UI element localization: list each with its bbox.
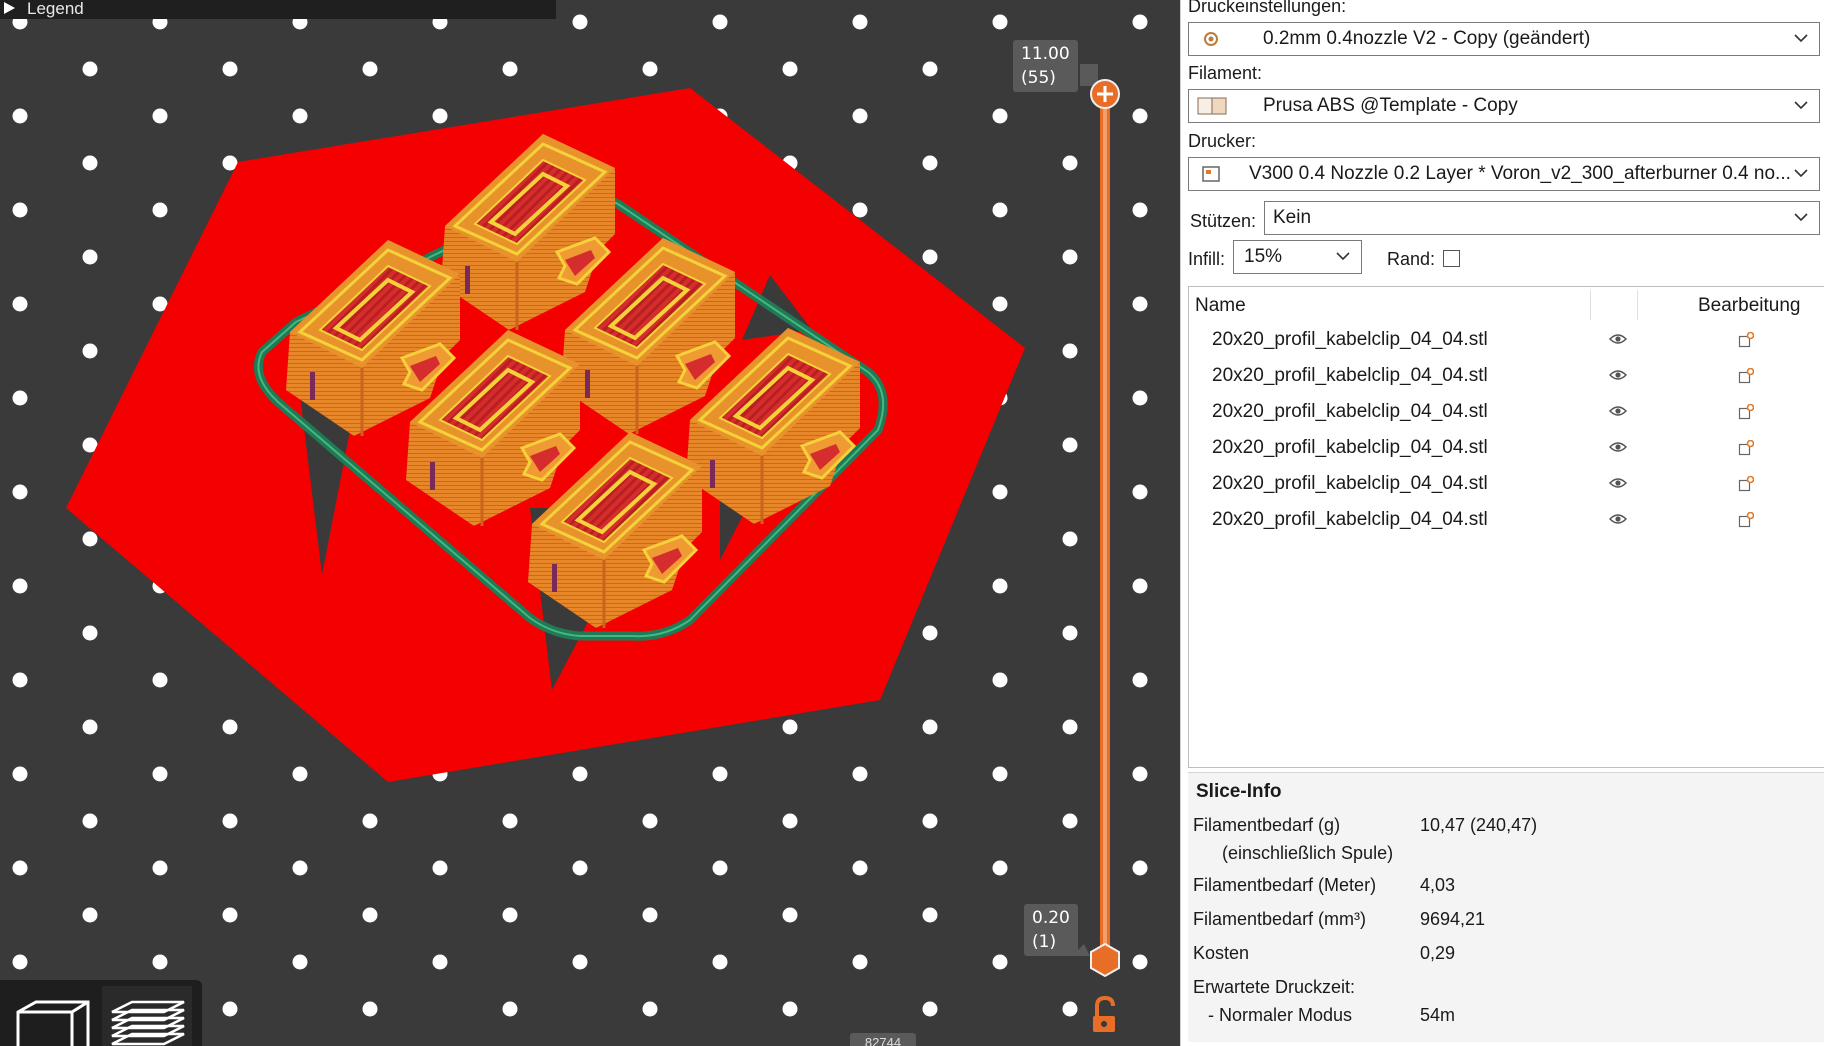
filament-value: Prusa ABS @Template - Copy [1263, 95, 1518, 116]
eye-icon[interactable] [1609, 512, 1627, 526]
filament-weight-value: 10,47 (240,47) [1420, 815, 1538, 835]
object-name: 20x20_profil_kabelclip_04_04.stl [1212, 329, 1488, 350]
expand-triangle-icon [4, 2, 15, 14]
infill-value: 15% [1244, 246, 1283, 267]
top-layer-height: 11.00 [1021, 44, 1070, 64]
edit-settings-icon[interactable] [1738, 476, 1754, 492]
view-type-toolbar [0, 980, 202, 1046]
column-edit-header[interactable]: Bearbeitung [1698, 295, 1800, 317]
eye-icon[interactable] [1609, 404, 1627, 418]
gear-icon [1204, 32, 1218, 46]
bottom-layer-height: 0.20 [1032, 908, 1070, 928]
edit-settings-icon[interactable] [1738, 404, 1754, 420]
chevron-down-icon [1794, 169, 1808, 178]
object-list-row[interactable]: 20x20_profil_kabelclip_04_04.stl [1189, 359, 1824, 395]
edit-settings-icon[interactable] [1738, 440, 1754, 456]
print-settings-label: Druckeinstellungen: [1188, 0, 1347, 16]
cube-icon [16, 1000, 90, 1046]
normal-mode-value: 54m [1420, 1005, 1456, 1025]
filament-volume-label: Filamentbedarf (mm³) [1193, 909, 1367, 929]
bottom-layer-number: (1) [1032, 932, 1057, 952]
edit-settings-icon[interactable] [1738, 368, 1754, 384]
top-layer-number: (55) [1021, 68, 1056, 88]
object-list-header: Name Bearbeitung [1189, 287, 1824, 323]
infill-combo[interactable]: 15% [1233, 240, 1362, 274]
object-name: 20x20_profil_kabelclip_04_04.stl [1212, 365, 1488, 386]
object-name: 20x20_profil_kabelclip_04_04.stl [1212, 437, 1488, 458]
legend-label: Legend [27, 0, 84, 18]
print-settings-combo[interactable]: 0.2mm 0.4nozzle V2 - Copy (geändert) [1188, 22, 1820, 56]
filament-combo[interactable]: Prusa ABS @Template - Copy [1188, 89, 1820, 123]
plus-icon[interactable] [1090, 79, 1120, 109]
object-list-row[interactable]: 20x20_profil_kabelclip_04_04.stl [1189, 323, 1824, 359]
bottom-layer-label: 0.20 (1) [1024, 904, 1078, 956]
chevron-down-icon [1794, 34, 1808, 43]
cost-label: Kosten [1193, 943, 1250, 963]
filament-label: Filament: [1188, 63, 1263, 83]
settings-sidebar: Druckeinstellungen: 0.2mm 0.4nozzle V2 -… [1180, 0, 1824, 1046]
filament-color-icon [1197, 97, 1227, 115]
filament-volume-value: 9694,21 [1420, 909, 1486, 929]
object-list: Name Bearbeitung 20x20_profil_kabelclip_… [1188, 286, 1824, 768]
filament-length-label: Filamentbedarf (Meter) [1193, 875, 1377, 895]
supports-value: Kein [1273, 207, 1312, 228]
layers-icon [111, 1000, 185, 1046]
edit-settings-icon[interactable] [1738, 332, 1754, 348]
filament-weight-sub: (einschließlich Spule) [1222, 843, 1394, 863]
supports-combo[interactable]: Kein [1264, 201, 1820, 235]
legend-toggle[interactable]: Legend [0, 0, 556, 19]
top-layer-label: 11.00 (55) [1013, 40, 1078, 92]
object-name: 20x20_profil_kabelclip_04_04.stl [1212, 473, 1488, 494]
eye-icon[interactable] [1609, 332, 1627, 346]
move-counter: 82744 [850, 1033, 916, 1046]
slice-info-panel: Slice-Info Filamentbedarf (g) (einschlie… [1188, 772, 1824, 1042]
printer-icon [1202, 166, 1220, 182]
brim-checkbox[interactable] [1443, 250, 1460, 267]
supports-label: Stützen: [1190, 211, 1257, 231]
filament-length-value: 4,03 [1420, 875, 1456, 895]
print-bed-scene[interactable] [0, 0, 1180, 1046]
slice-info-title: Slice-Info [1196, 781, 1282, 802]
infill-label: Infill: [1188, 249, 1226, 269]
view-3d-button[interactable] [6, 986, 96, 1046]
object-name: 20x20_profil_kabelclip_04_04.stl [1212, 401, 1488, 422]
chevron-down-icon [1336, 252, 1350, 261]
eye-icon[interactable] [1609, 476, 1627, 490]
printer-label: Drucker: [1188, 131, 1257, 151]
object-list-row[interactable]: 20x20_profil_kabelclip_04_04.stl [1189, 503, 1824, 539]
print-settings-value: 0.2mm 0.4nozzle V2 - Copy (geändert) [1263, 28, 1591, 49]
bottom-slider-handle[interactable] [1090, 942, 1120, 978]
brim-label: Rand: [1387, 249, 1436, 269]
object-list-row[interactable]: 20x20_profil_kabelclip_04_04.stl [1189, 395, 1824, 431]
object-list-row[interactable]: 20x20_profil_kabelclip_04_04.stl [1189, 467, 1824, 503]
printer-combo[interactable]: V300 0.4 Nozzle 0.2 Layer * Voron_v2_300… [1188, 157, 1820, 191]
print-time-label: Erwartete Druckzeit: [1193, 977, 1356, 997]
filament-weight-label: Filamentbedarf (g) [1193, 815, 1341, 835]
eye-icon[interactable] [1609, 440, 1627, 454]
edit-settings-icon[interactable] [1738, 512, 1754, 528]
eye-icon[interactable] [1609, 368, 1627, 382]
3d-preview-viewport[interactable]: Legend 11.00 (55) 0.20 (1) 82744 [0, 0, 1180, 1046]
chevron-down-icon [1794, 101, 1808, 110]
printer-value: V300 0.4 Nozzle 0.2 Layer * Voron_v2_300… [1249, 163, 1791, 184]
object-name: 20x20_profil_kabelclip_04_04.stl [1212, 509, 1488, 530]
column-name-header[interactable]: Name [1195, 295, 1246, 317]
cost-value: 0,29 [1420, 943, 1456, 963]
object-list-row[interactable]: 20x20_profil_kabelclip_04_04.stl [1189, 431, 1824, 467]
normal-mode-label: - Normaler Modus [1208, 1005, 1353, 1025]
view-layers-button[interactable] [102, 986, 192, 1046]
chevron-down-icon [1794, 213, 1808, 222]
